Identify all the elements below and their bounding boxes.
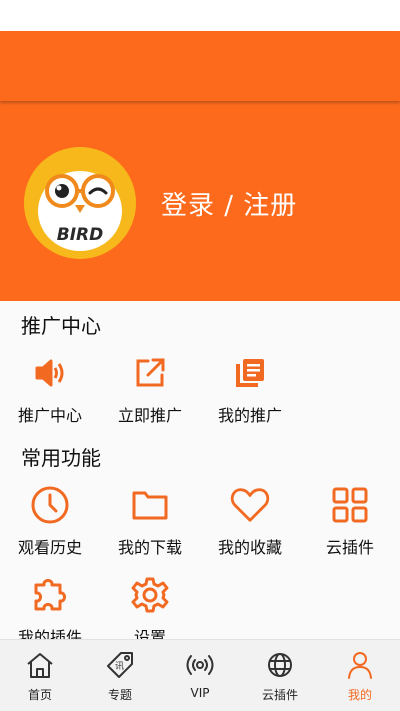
promo-center-item[interactable]: 推广中心 <box>0 353 100 425</box>
my-downloads-item[interactable]: 我的下载 <box>100 485 200 557</box>
avatar[interactable]: BIRD <box>24 147 136 259</box>
folder-icon <box>130 485 170 525</box>
section-title-common: 常用功能 <box>21 446 101 470</box>
top-bar <box>0 31 400 101</box>
broadcast-icon <box>185 650 215 680</box>
nav-home[interactable]: 首页 <box>0 640 80 711</box>
status-bar <box>0 0 400 31</box>
nav-label: VIP <box>190 686 210 700</box>
section-title-promo: 推广中心 <box>21 314 101 338</box>
user-icon <box>345 650 375 680</box>
my-promotion-item[interactable]: 我的推广 <box>200 353 300 425</box>
nav-mine[interactable]: 我的 <box>320 640 400 711</box>
main-content: 推广中心 推广中心 立即推广 我的推广 常用功能 观看历史 我的下载 我的收藏 … <box>0 301 400 647</box>
cloud-plugin-item[interactable]: 云插件 <box>300 485 400 557</box>
login-register-link[interactable]: 登录 / 注册 <box>161 185 297 222</box>
settings-item[interactable]: 设置 <box>100 575 200 647</box>
home-icon <box>25 650 55 680</box>
nav-vip[interactable]: VIP <box>160 640 240 711</box>
item-label: 云插件 <box>325 538 374 557</box>
profile-header: BIRD 登录 / 注册 <box>0 101 400 301</box>
item-label: 我的收藏 <box>217 538 282 557</box>
speaker-icon <box>30 353 70 393</box>
tag-icon-text: 讯 <box>115 661 124 672</box>
item-label: 立即推广 <box>117 406 182 425</box>
gear-icon <box>130 575 170 615</box>
puzzle-icon <box>30 575 70 615</box>
clock-icon <box>30 485 70 525</box>
globe-icon <box>265 650 295 680</box>
bottom-navigation: 首页 讯 专题 VIP 云插件 我的 <box>0 639 400 711</box>
watch-history-item[interactable]: 观看历史 <box>0 485 100 557</box>
item-label: 观看历史 <box>17 538 82 557</box>
tag-icon: 讯 <box>105 650 135 680</box>
my-plugins-item[interactable]: 我的插件 <box>0 575 100 647</box>
document-icon <box>230 353 270 393</box>
item-label: 我的下载 <box>117 538 182 557</box>
share-icon <box>130 353 170 393</box>
nav-topics[interactable]: 讯 专题 <box>80 640 160 711</box>
nav-label: 云插件 <box>261 688 298 702</box>
avatar-logo-text: BIRD <box>57 225 103 245</box>
heart-icon <box>230 485 270 525</box>
item-label: 推广中心 <box>17 406 82 425</box>
promote-now-item[interactable]: 立即推广 <box>100 353 200 425</box>
grid-icon <box>330 485 370 525</box>
item-label: 我的推广 <box>217 406 282 425</box>
my-favorites-item[interactable]: 我的收藏 <box>200 485 300 557</box>
nav-cloud-plugin[interactable]: 云插件 <box>240 640 320 711</box>
nav-label: 我的 <box>347 688 372 702</box>
nav-label: 专题 <box>107 688 132 702</box>
nav-label: 首页 <box>27 688 52 702</box>
